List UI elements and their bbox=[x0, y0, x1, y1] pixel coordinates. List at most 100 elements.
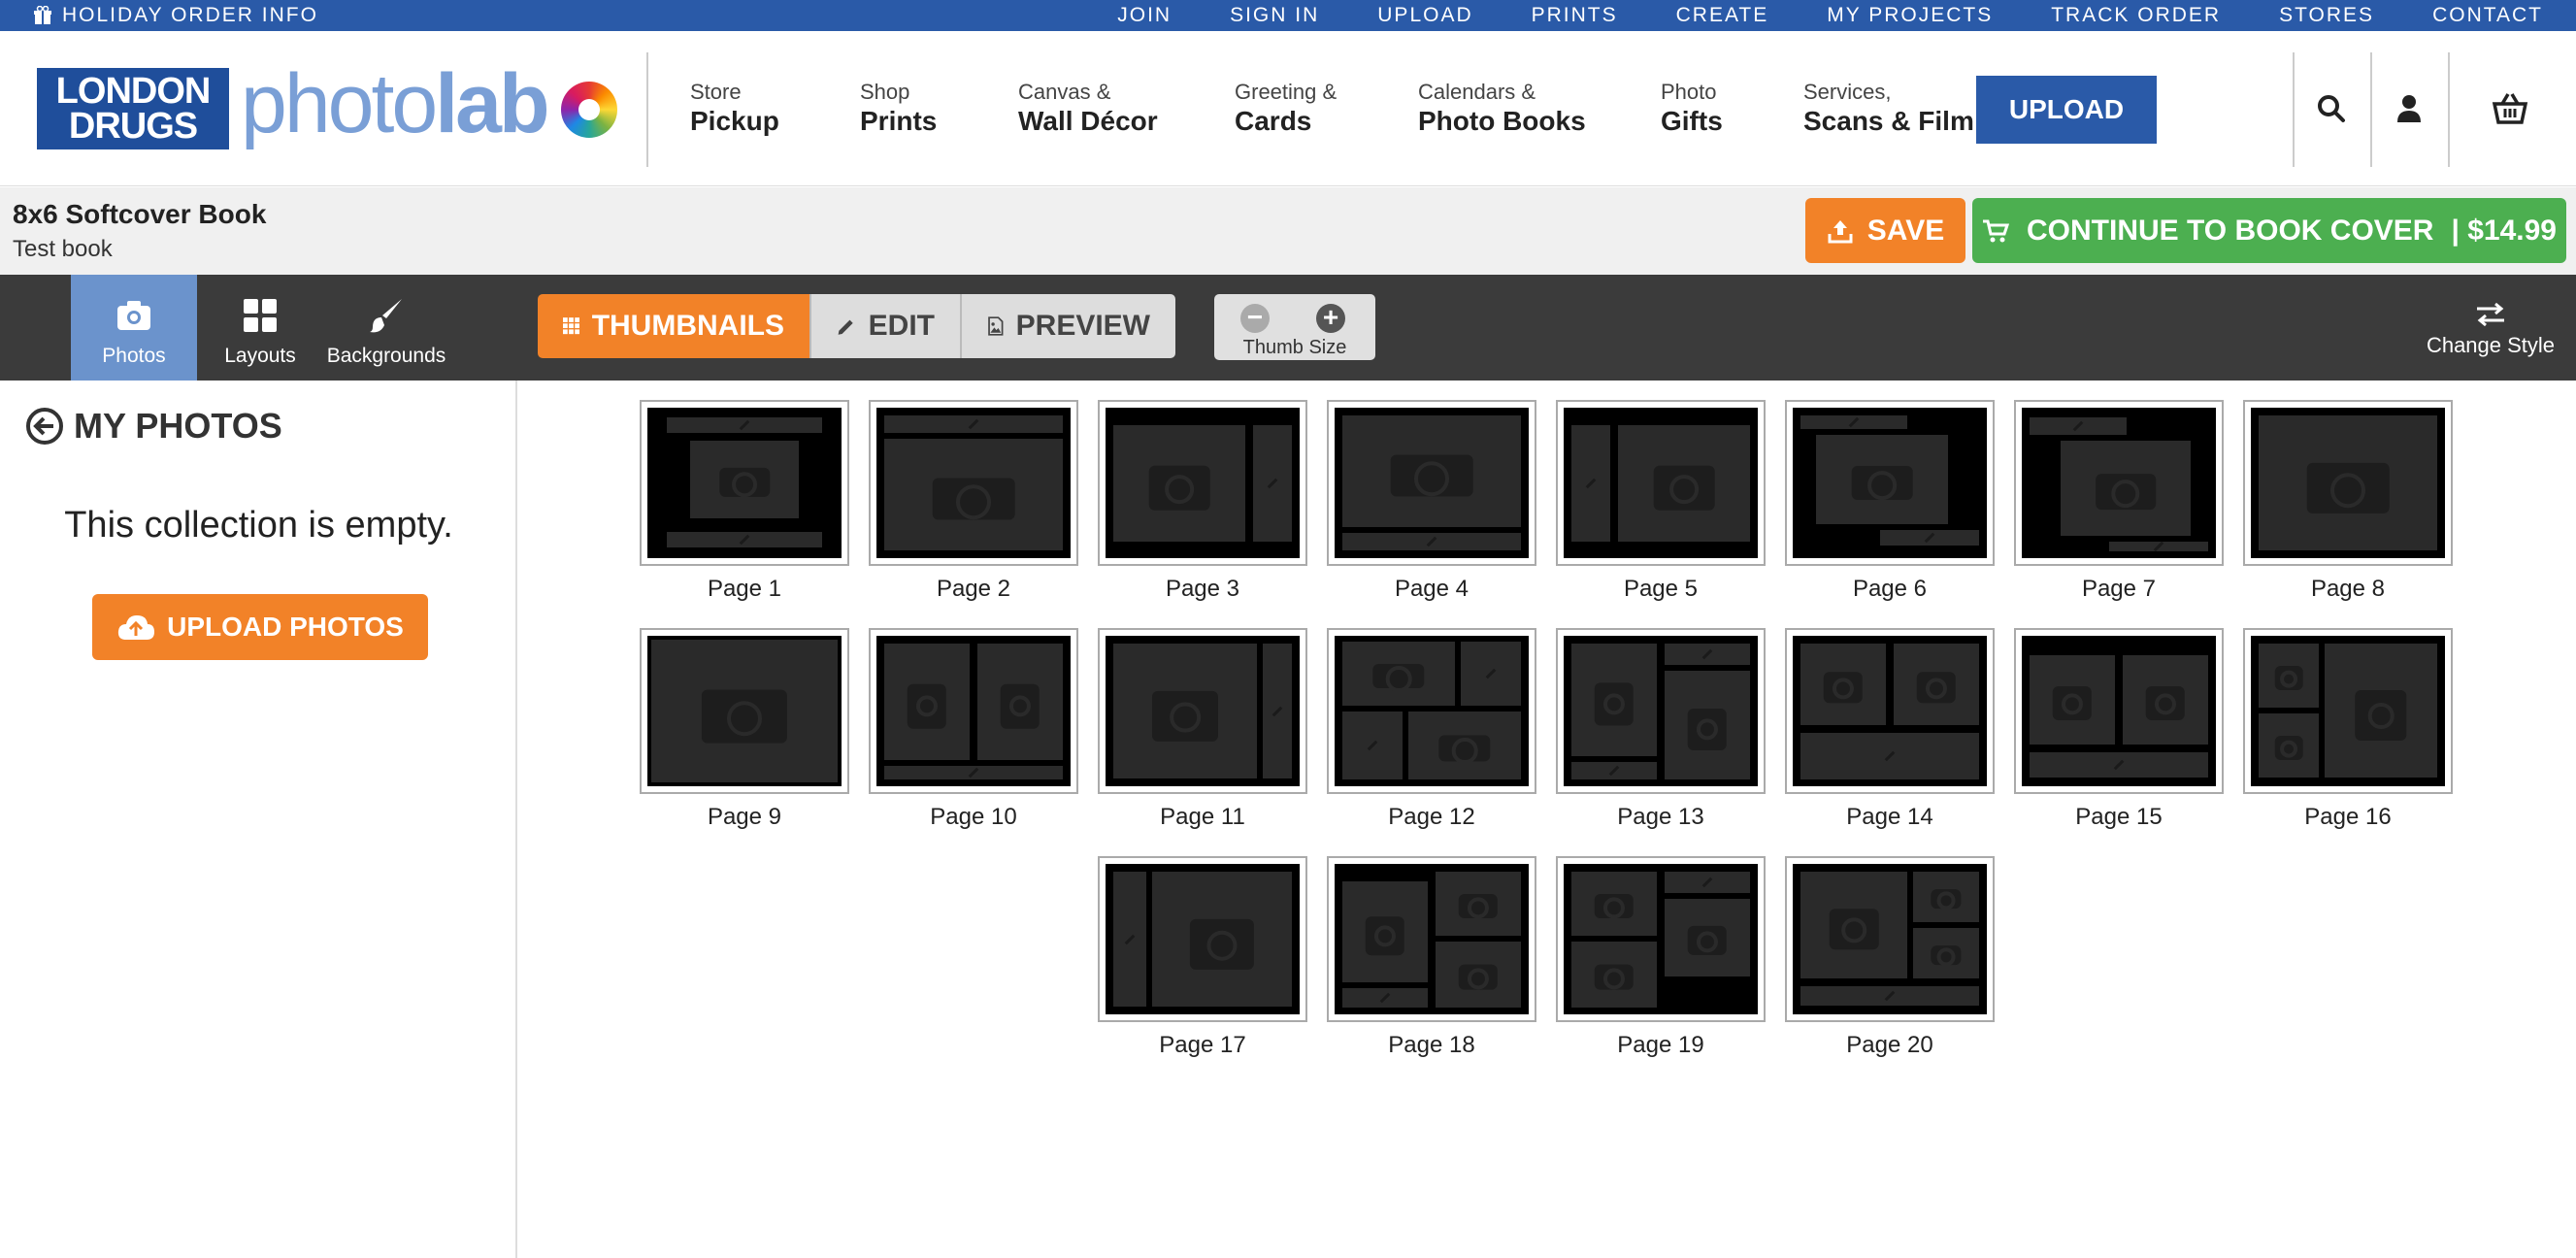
page-layout bbox=[1793, 864, 1987, 1014]
paintbrush-icon bbox=[370, 299, 402, 333]
page-thumbnail-10[interactable]: Page 10 bbox=[869, 628, 1078, 831]
save-button[interactable]: SAVE bbox=[1805, 198, 1965, 263]
page-layout bbox=[876, 636, 1071, 786]
page-thumbnail-15[interactable]: Page 15 bbox=[2014, 628, 2224, 831]
page-thumbnail-4[interactable]: Page 4 bbox=[1327, 400, 1536, 603]
thumbnails-grid-icon bbox=[563, 317, 580, 335]
tab-photos[interactable]: Photos bbox=[71, 275, 197, 400]
photo-slot-icon bbox=[2123, 655, 2208, 745]
photo-slot-icon bbox=[977, 644, 1063, 760]
thumb-size-increase-button[interactable]: + bbox=[1316, 304, 1345, 333]
page-thumbnail-5[interactable]: Page 5 bbox=[1556, 400, 1766, 603]
join-link[interactable]: JOIN bbox=[1117, 4, 1172, 27]
nav-canvas-wall-decor[interactable]: Canvas & Wall Décor bbox=[1018, 78, 1158, 136]
page-thumbnail-20[interactable]: Page 20 bbox=[1785, 856, 1995, 1059]
photo-slot-icon bbox=[1342, 642, 1455, 706]
continue-to-book-cover-button[interactable]: CONTINUE TO BOOK COVER | $14.99 bbox=[1972, 198, 2566, 263]
page-frame bbox=[1098, 628, 1307, 794]
thumb-size-control: − + Thumb Size bbox=[1214, 294, 1375, 360]
photo-slot-icon bbox=[1436, 942, 1521, 1008]
photo-slot-icon bbox=[1913, 928, 1979, 978]
page-thumbnail-2[interactable]: Page 2 bbox=[869, 400, 1078, 603]
page-label: Page 17 bbox=[1159, 1032, 1246, 1058]
change-style-button[interactable]: Change Style bbox=[2413, 302, 2568, 358]
color-wheel-icon bbox=[561, 82, 617, 138]
my-photos-back-button[interactable]: MY PHOTOS bbox=[25, 406, 282, 447]
page-frame bbox=[1556, 628, 1766, 794]
nav-store-pickup[interactable]: Store Pickup bbox=[690, 78, 779, 136]
search-icon[interactable] bbox=[2312, 89, 2351, 128]
upload-photos-button[interactable]: UPLOAD PHOTOS bbox=[92, 594, 428, 660]
page-thumbnail-8[interactable]: Page 8 bbox=[2243, 400, 2453, 603]
my-projects-link[interactable]: MY PROJECTS bbox=[1827, 4, 1993, 27]
track-order-link[interactable]: TRACK ORDER bbox=[2051, 4, 2221, 27]
page-frame bbox=[2014, 628, 2224, 794]
prints-link[interactable]: PRINTS bbox=[1532, 4, 1618, 27]
page-label: Page 19 bbox=[1617, 1032, 1704, 1058]
nav-services-scans-film[interactable]: Services, Scans & Film bbox=[1803, 78, 1974, 136]
page-thumbnail-6[interactable]: Page 6 bbox=[1785, 400, 1995, 603]
page-frame bbox=[869, 400, 1078, 566]
sign-in-link[interactable]: SIGN IN bbox=[1230, 4, 1319, 27]
header-divider bbox=[2293, 52, 2295, 167]
nav-calendars-photo-books[interactable]: Calendars & Photo Books bbox=[1418, 78, 1586, 136]
utility-links: JOIN SIGN IN UPLOAD PRINTS CREATE MY PRO… bbox=[1059, 0, 2543, 31]
header-upload-button[interactable]: UPLOAD bbox=[1976, 76, 2157, 144]
page-frame bbox=[1327, 628, 1536, 794]
page-layout bbox=[1564, 636, 1758, 786]
nav-top: Store bbox=[690, 80, 742, 104]
page-thumbnail-9[interactable]: Page 9 bbox=[640, 628, 849, 831]
page-thumbnail-16[interactable]: Page 16 bbox=[2243, 628, 2453, 831]
page-thumbnail-1[interactable]: Page 1 bbox=[640, 400, 849, 603]
nav-bottom: Photo Books bbox=[1418, 106, 1586, 136]
page-thumbnail-18[interactable]: Page 18 bbox=[1327, 856, 1536, 1059]
page-frame bbox=[1098, 400, 1307, 566]
nav-photo-gifts[interactable]: Photo Gifts bbox=[1661, 78, 1723, 136]
photo-slot-icon bbox=[1152, 872, 1292, 1007]
nav-bottom: Pickup bbox=[690, 106, 779, 136]
header-divider bbox=[2448, 52, 2450, 167]
holiday-order-info-link[interactable]: HOLIDAY ORDER INFO bbox=[33, 0, 318, 31]
page-thumbnail-13[interactable]: Page 13 bbox=[1556, 628, 1766, 831]
view-switcher: THUMBNAILS EDIT PREVIEW bbox=[538, 294, 1175, 358]
nav-greeting-cards[interactable]: Greeting & Cards bbox=[1235, 78, 1337, 136]
photo-slot-icon bbox=[1894, 644, 1979, 725]
user-icon[interactable] bbox=[2390, 89, 2428, 128]
page-frame bbox=[1556, 856, 1766, 1022]
photo-slot-icon bbox=[1436, 872, 1521, 936]
page-frame bbox=[1327, 400, 1536, 566]
page-thumbnail-3[interactable]: Page 3 bbox=[1098, 400, 1307, 603]
page-thumbnail-11[interactable]: Page 11 bbox=[1098, 628, 1307, 831]
page-layout bbox=[1106, 636, 1300, 786]
cloud-upload-icon bbox=[118, 615, 155, 640]
page-layout bbox=[1106, 408, 1300, 558]
page-thumbnail-7[interactable]: Page 7 bbox=[2014, 400, 2224, 603]
page-thumbnail-19[interactable]: Page 19 bbox=[1556, 856, 1766, 1059]
thumb-size-decrease-button[interactable]: − bbox=[1240, 304, 1270, 333]
page-frame bbox=[869, 628, 1078, 794]
page-thumbnail-14[interactable]: Page 14 bbox=[1785, 628, 1995, 831]
page-layout bbox=[1564, 408, 1758, 558]
page-thumbnail-12[interactable]: Page 12 bbox=[1327, 628, 1536, 831]
page-layout bbox=[2022, 408, 2216, 558]
tab-backgrounds[interactable]: Backgrounds bbox=[323, 275, 449, 381]
thumbnails-label: THUMBNAILS bbox=[591, 310, 784, 342]
upload-link[interactable]: UPLOAD bbox=[1377, 4, 1472, 27]
nav-shop-prints[interactable]: Shop Prints bbox=[860, 78, 937, 136]
basket-icon[interactable] bbox=[2491, 89, 2529, 128]
tab-layouts[interactable]: Layouts bbox=[197, 275, 323, 381]
page-thumbnail-17[interactable]: Page 17 bbox=[1098, 856, 1307, 1059]
create-link[interactable]: CREATE bbox=[1676, 4, 1769, 27]
photo-slot-icon bbox=[2325, 644, 2437, 778]
contact-link[interactable]: CONTACT bbox=[2432, 4, 2543, 27]
photo-slot-icon bbox=[1800, 644, 1886, 725]
header-divider bbox=[646, 52, 648, 167]
stores-link[interactable]: STORES bbox=[2279, 4, 2374, 27]
gift-icon bbox=[34, 6, 51, 24]
preview-view-button[interactable]: PREVIEW bbox=[960, 294, 1175, 358]
thumbnails-view-button[interactable]: THUMBNAILS bbox=[538, 294, 809, 358]
photolab-logo[interactable]: LONDON DRUGS photolab bbox=[37, 57, 617, 184]
edit-view-button[interactable]: EDIT bbox=[809, 294, 960, 358]
page-label: Page 4 bbox=[1394, 576, 1470, 602]
photo-slot-icon bbox=[2030, 655, 2115, 745]
